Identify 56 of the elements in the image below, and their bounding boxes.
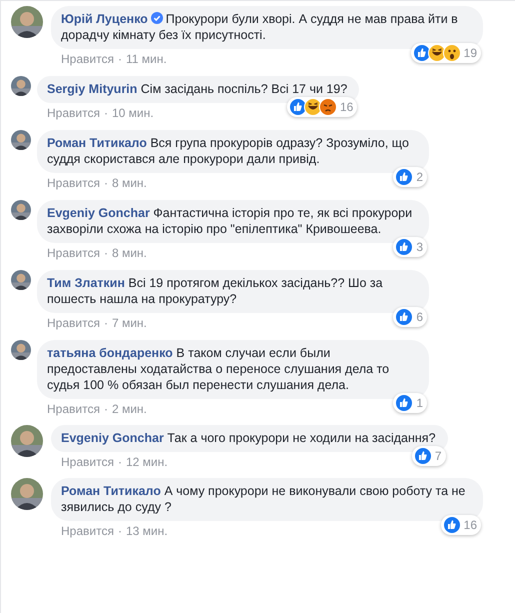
timestamp-link[interactable]: 10 мин. <box>112 106 154 121</box>
author-link[interactable]: Evgeniy Gonchar <box>61 431 164 445</box>
reactions-summary[interactable]: 16 <box>286 97 358 117</box>
reactions-summary[interactable]: 16 <box>440 515 481 535</box>
timestamp-link[interactable]: 7 мин. <box>112 316 147 331</box>
comment-text: Юрій Луценко Прокурори були хворі. А суддя не мав права йти в дорадчу кімнату без їх присутності. <box>61 11 459 43</box>
like-reaction-icon <box>442 516 461 534</box>
separator: · <box>118 52 122 67</box>
like-link[interactable]: Нравится <box>47 106 100 121</box>
timestamp-link[interactable]: 8 мин. <box>112 176 147 191</box>
separator: · <box>118 524 122 539</box>
author-link[interactable]: Тим Златкин <box>47 276 125 290</box>
reactions-summary[interactable]: 19 <box>410 43 481 63</box>
comment-text: Evgeniy Gonchar Фантастична історія про те, як всі прокурори захворіли схожа на історію про "епілептика" Кривошеева. <box>47 205 414 237</box>
like-link[interactable]: Нравится <box>47 176 100 191</box>
author-link[interactable]: Юрій Луценко <box>61 12 148 26</box>
comment-text: Тим Златкин Всі 19 протягом декількох засідань?? Шо за пошесть нашла на прокуратуру? <box>47 275 384 307</box>
separator: · <box>104 402 108 417</box>
reactions-summary[interactable]: 6 <box>393 307 427 327</box>
reactions-summary[interactable]: 2 <box>393 167 427 187</box>
like-link[interactable]: Нравится <box>47 316 100 331</box>
separator: · <box>104 176 108 191</box>
timestamp-link[interactable]: 11 мин. <box>126 52 167 67</box>
timestamp-link[interactable]: 13 мин. <box>126 524 168 539</box>
timestamp-link[interactable]: 8 мин. <box>112 246 147 261</box>
like-reaction-icon <box>395 168 414 186</box>
reactions-summary[interactable]: 3 <box>393 237 427 257</box>
like-reaction-icon <box>414 447 432 465</box>
comment-text: татьяна бондаренко В таком случаи если были предоставлены ходатайства о переносе слушания дела то судья 100 % обязан был перенести слушания дела. <box>47 345 390 393</box>
timestamp-link[interactable]: 12 мин. <box>126 455 168 470</box>
author-link[interactable]: Роман Титикало <box>61 484 161 498</box>
like-reaction-icon <box>395 238 414 256</box>
like-link[interactable]: Нравится <box>47 402 100 417</box>
separator: · <box>104 106 108 121</box>
comment-text: Evgeniy Gonchar Так а чого прокурори не ходили на засідання? <box>61 430 436 446</box>
angry-reaction-icon <box>318 98 337 116</box>
timestamp-link[interactable]: 2 мин. <box>112 402 147 417</box>
like-link[interactable]: Нравится <box>47 246 100 261</box>
comment-text: Роман Титикало А чому прокурори не виконували свою роботу та не зявились до суду ? <box>61 483 466 515</box>
comment-text: Роман Титикало Вся група прокурорів одразу? Зрозуміло, що суддя скористався але прокурори дали привід. <box>47 135 410 167</box>
wow-reaction-icon <box>442 44 461 62</box>
author-link[interactable]: Evgeniy Gonchar <box>47 206 150 220</box>
author-link[interactable]: Sergiy Mityurin <box>47 82 138 96</box>
separator: · <box>118 455 122 470</box>
reactions-summary[interactable]: 1 <box>393 393 427 413</box>
like-reaction-icon <box>395 394 414 412</box>
like-link[interactable]: Нравится <box>61 524 114 539</box>
separator: · <box>104 316 108 331</box>
like-reaction-icon <box>395 308 414 326</box>
separator: · <box>104 246 108 261</box>
author-link[interactable]: татьяна бондаренко <box>47 346 173 360</box>
comment-text: Sergiy Mityurin Сім засідань поспіль? Всі 17 чи 19? <box>47 81 348 97</box>
like-link[interactable]: Нравится <box>61 52 114 67</box>
like-link[interactable]: Нравится <box>61 455 114 470</box>
reactions-summary[interactable]: 7 <box>412 446 446 466</box>
author-link[interactable]: Роман Титикало <box>47 136 147 150</box>
